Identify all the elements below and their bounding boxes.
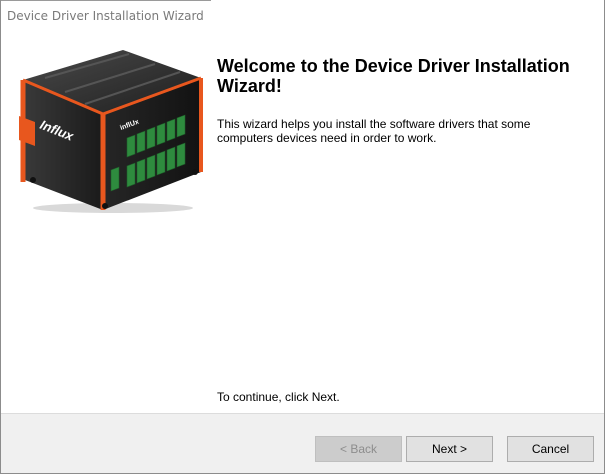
device-foot <box>192 169 198 175</box>
welcome-description: This wizard helps you install the softwa… <box>217 117 531 145</box>
wizard-content: Influx inflUx Welcome to the Device Driv… <box>1 30 604 413</box>
welcome-heading: Welcome to the Device Driver Installatio… <box>217 56 570 96</box>
wizard-window: Device Driver Installation Wizard Influx… <box>0 0 605 474</box>
button-bar: < Back Next > Cancel <box>1 413 604 473</box>
device-foot <box>102 203 108 209</box>
cancel-button[interactable]: Cancel <box>507 436 594 462</box>
title-bar[interactable]: Device Driver Installation Wizard <box>1 0 604 30</box>
window-title: Device Driver Installation Wizard <box>7 9 204 23</box>
device-foot <box>30 177 36 183</box>
back-button[interactable]: < Back <box>315 436 402 462</box>
continue-hint: To continue, click Next. <box>217 390 340 404</box>
product-image: Influx inflUx <box>5 42 205 214</box>
title-top-border <box>1 0 211 1</box>
next-button[interactable]: Next > <box>406 436 493 462</box>
device-illustration: Influx inflUx <box>19 50 203 213</box>
